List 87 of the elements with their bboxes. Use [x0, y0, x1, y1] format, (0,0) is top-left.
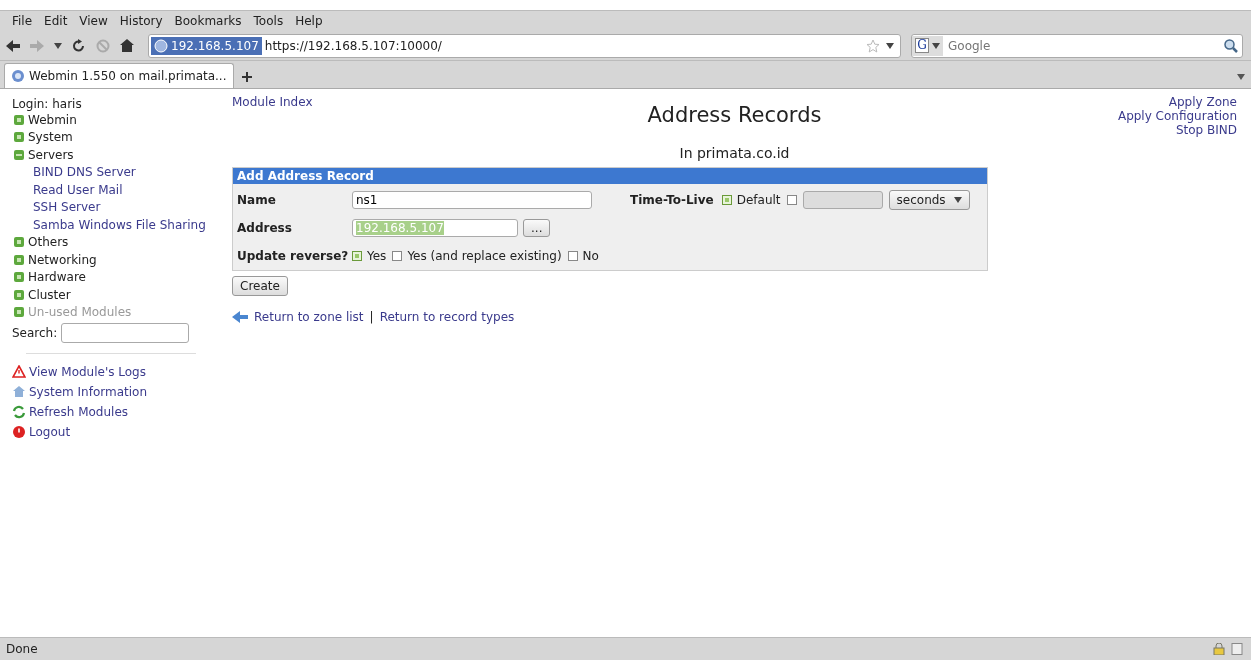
- module-index-link[interactable]: Module Index: [232, 95, 313, 109]
- action-link[interactable]: Apply Configuration: [1117, 109, 1237, 123]
- menu-item[interactable]: Bookmarks: [168, 14, 248, 28]
- module-link[interactable]: Read User Mail: [33, 182, 123, 197]
- menu-item[interactable]: View: [73, 14, 114, 28]
- category-item[interactable]: System: [14, 128, 217, 146]
- search-engine-button[interactable]: G: [912, 35, 943, 56]
- reload-icon[interactable]: [72, 38, 86, 53]
- return-link[interactable]: Return to zone list: [254, 310, 364, 324]
- dropdown-icon: [953, 197, 962, 203]
- link-separator: |: [369, 310, 374, 324]
- option-label: Default: [736, 193, 781, 207]
- search-field[interactable]: [61, 323, 190, 343]
- padlock-icon: [1213, 643, 1225, 655]
- power-icon: [12, 425, 26, 439]
- search-label: Search:: [12, 326, 58, 340]
- category-item[interactable]: Servers: [14, 146, 217, 164]
- radio-button[interactable]: [786, 195, 797, 205]
- search-icon[interactable]: [1224, 38, 1238, 53]
- radio-button[interactable]: [721, 195, 732, 205]
- search-field[interactable]: G Google: [911, 33, 1243, 58]
- category-item[interactable]: Others: [14, 233, 217, 251]
- refresh-icon: [12, 405, 26, 419]
- radio-button[interactable]: [352, 251, 362, 261]
- sidebar-link[interactable]: Refresh Modules: [29, 405, 129, 419]
- expand-icon: [14, 254, 24, 265]
- dropdown-icon[interactable]: [886, 42, 894, 49]
- category-item[interactable]: Cluster: [14, 286, 217, 304]
- option-label: No: [582, 249, 599, 263]
- warning-icon: [12, 365, 26, 379]
- browser-tab[interactable]: Webmin 1.550 on mail.primata...: [4, 63, 234, 88]
- radio-button[interactable]: [392, 251, 403, 261]
- menu-item[interactable]: File: [6, 14, 39, 28]
- expand-icon: [14, 272, 24, 283]
- name-field[interactable]: ns1: [352, 191, 592, 209]
- menu-item[interactable]: History: [113, 14, 169, 28]
- unit-dropdown[interactable]: seconds: [888, 190, 970, 210]
- sidebar-link[interactable]: View Module's Logs: [29, 365, 146, 379]
- module-link[interactable]: Samba Windows File Sharing: [33, 217, 206, 232]
- expand-icon: [14, 307, 24, 318]
- option-label: Yes: [367, 249, 387, 263]
- action-link[interactable]: Stop BIND: [1175, 123, 1237, 137]
- expand-icon: [14, 132, 24, 143]
- field-label: Address: [237, 221, 293, 235]
- module-link[interactable]: SSH Server: [33, 200, 101, 215]
- collapse-icon: [14, 149, 24, 160]
- back-arrow-icon: [232, 311, 248, 323]
- home-icon[interactable]: [120, 39, 134, 52]
- module-link[interactable]: BIND DNS Server: [33, 165, 136, 180]
- site-identity-button[interactable]: 192.168.5.107: [151, 36, 262, 55]
- browse-button[interactable]: ...: [523, 219, 551, 237]
- star-icon[interactable]: [866, 38, 880, 53]
- field-label: Time-To-Live: [630, 193, 714, 207]
- field-label: Name: [237, 193, 277, 207]
- expand-icon: [14, 114, 24, 125]
- expand-icon: [14, 289, 24, 300]
- category-item[interactable]: Hardware: [14, 268, 217, 286]
- create-button[interactable]: Create: [232, 276, 288, 296]
- address-bar[interactable]: 192.168.5.107 https://192.168.5.107:10000/: [148, 33, 901, 58]
- category-item[interactable]: Webmin: [14, 111, 217, 129]
- page-title: Address Records: [647, 103, 822, 127]
- login-label: Login: haris: [12, 97, 83, 111]
- sidebar-link[interactable]: System Information: [29, 385, 148, 399]
- menu-item[interactable]: Help: [289, 14, 329, 28]
- status-text: Done: [6, 642, 39, 656]
- page-subtitle: In primata.co.id: [679, 145, 790, 161]
- globe-icon: [154, 38, 168, 53]
- menu-item[interactable]: Tools: [247, 14, 290, 28]
- sidebar-link[interactable]: Logout: [29, 425, 71, 439]
- new-tab-icon[interactable]: [241, 72, 252, 82]
- radio-button[interactable]: [567, 251, 578, 261]
- action-link[interactable]: Apply Zone: [1168, 95, 1237, 109]
- expand-icon: [14, 237, 24, 248]
- page-icon: [1231, 643, 1243, 655]
- menu-item[interactable]: Edit: [38, 14, 74, 28]
- dropdown-icon: [932, 42, 940, 49]
- url-text: https://192.168.5.107:10000/: [263, 38, 443, 53]
- house-icon: [12, 385, 26, 399]
- globe-icon: [11, 69, 25, 83]
- back-arrow-icon[interactable]: [6, 39, 20, 52]
- return-link[interactable]: Return to record types: [379, 310, 515, 324]
- form-header: Add Address Record: [233, 168, 987, 184]
- dropdown-icon[interactable]: [54, 42, 62, 49]
- category-item[interactable]: Networking: [14, 251, 217, 269]
- field-label: Update reverse?: [237, 249, 350, 263]
- tab-list-icon[interactable]: [1237, 74, 1245, 80]
- option-label: Yes (and replace existing): [407, 249, 562, 263]
